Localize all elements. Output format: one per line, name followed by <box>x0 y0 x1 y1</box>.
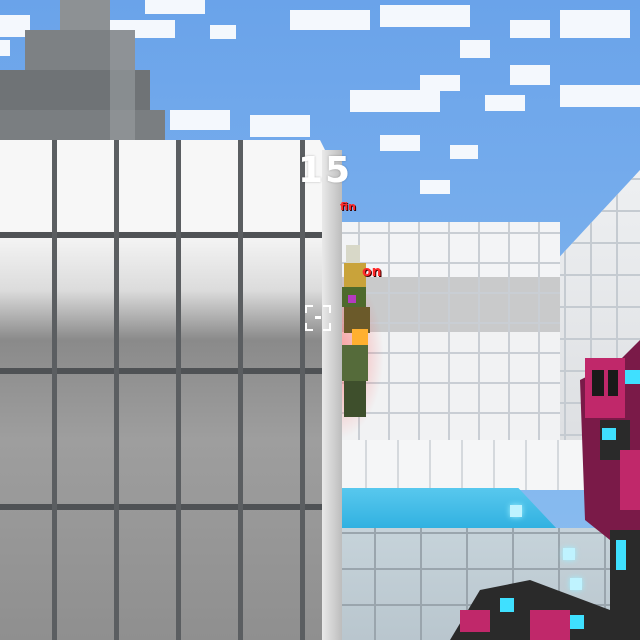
stone-tower <box>0 0 165 150</box>
enemy-nametag: on <box>362 264 382 280</box>
cloud <box>170 110 230 130</box>
cloud <box>290 10 370 30</box>
cloud <box>250 115 310 137</box>
cloud <box>380 135 420 151</box>
cloud <box>485 95 525 111</box>
cloud <box>420 180 450 194</box>
cloud <box>460 40 490 58</box>
cloud <box>560 85 640 107</box>
cloud <box>560 10 630 38</box>
cloud <box>420 75 460 91</box>
cloud <box>450 145 478 159</box>
cloud <box>510 65 550 85</box>
cloud <box>350 90 440 112</box>
cloud <box>510 20 550 38</box>
foreground-wall-edge <box>322 150 342 640</box>
cloud <box>380 5 470 27</box>
weapon-icon <box>450 340 640 640</box>
ammo-counter: 15 <box>297 150 353 191</box>
foreground-wall <box>0 140 340 640</box>
enemy-nametag: fin <box>340 200 356 213</box>
crosshair-icon <box>305 305 331 331</box>
cloud <box>210 25 236 39</box>
